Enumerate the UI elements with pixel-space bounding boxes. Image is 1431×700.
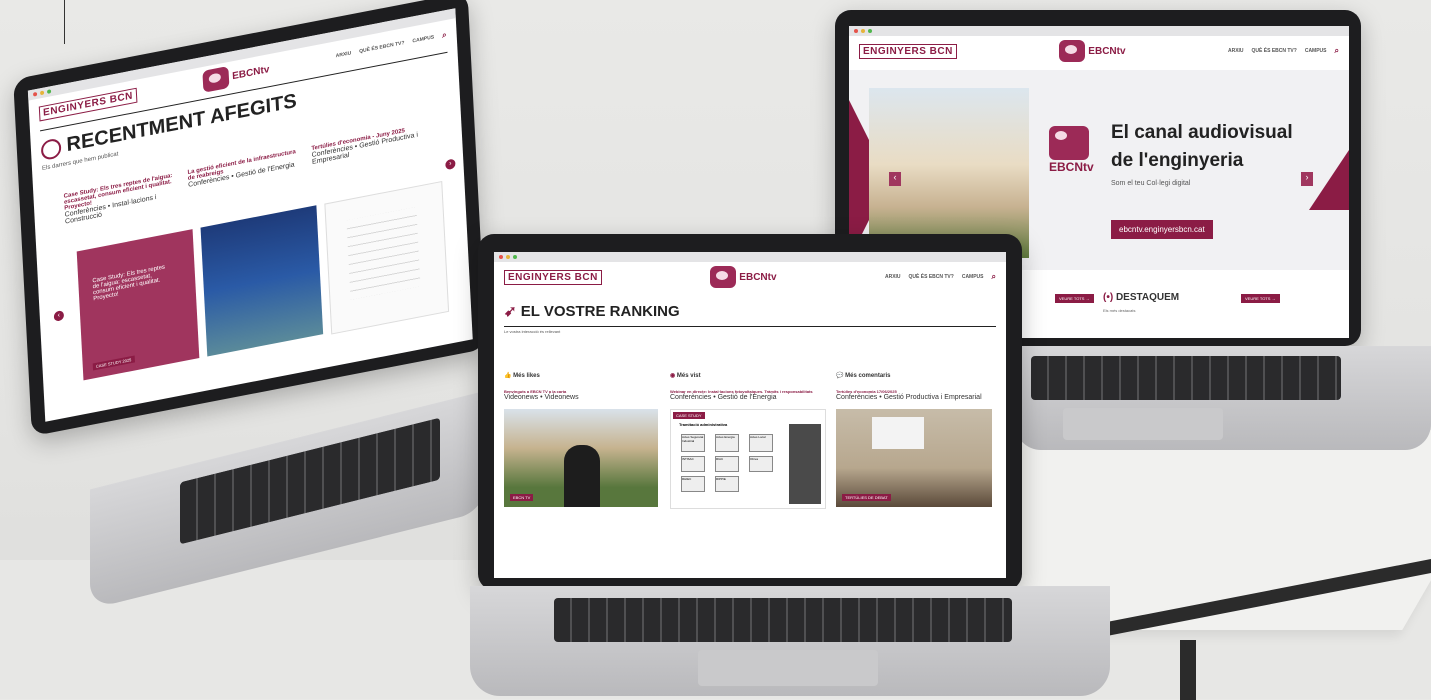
ranking-col-likes-head: 👍 Més likes [504, 373, 540, 379]
comment-icon: 💬 [836, 373, 844, 379]
nav-home[interactable]: ARXIU [1228, 48, 1244, 54]
featured-view-all-button[interactable]: VEURE TOTS → [1241, 294, 1280, 303]
laptop-center-screen: ENGINYERS BCN EBCNtv ARXIU QUÈ ÉS EBCN T… [494, 252, 1006, 578]
hero-shape-right [1309, 150, 1349, 210]
ranking-columns: 👍 Més likes Benvinguts a EBCN TV a la ca… [504, 372, 996, 572]
ranking-col-comments-thumbnail[interactable]: TERTÚLIES DE DEBAT [836, 409, 992, 507]
rocket-icon: ➹ [504, 303, 517, 320]
ranking-col-likes-thumbnail[interactable]: EBCN TV [504, 409, 658, 507]
slide-cell-7: RHIEC [681, 476, 705, 492]
main-nav: ARXIU QUÈ ÉS EBCN TV? CAMPUS ⌕ [885, 272, 996, 282]
ebcn-logo-icon [710, 266, 737, 288]
ranking-col-comments-category: Conferències • Gestió Productiva i Empre… [836, 394, 982, 401]
section-title: ➹ EL VOSTRE RANKING [504, 303, 680, 320]
hero-logo: EBCNtv [1049, 126, 1097, 188]
laptop-center-trackpad [698, 650, 878, 686]
enginyers-logo[interactable]: ENGINYERS BCN [859, 43, 957, 59]
ranking-col-views-category: Conferències • Gestió de l'Energia [670, 394, 777, 401]
hero-headline-1: El canal audiovisual [1111, 122, 1293, 143]
ranking-col-comments: 💬 Més comentaris Tertúlies d'economia 17… [836, 372, 996, 507]
main-nav: ARXIU QUÈ ÉS EBCN TV? CAMPUS ⌕ [1228, 46, 1339, 56]
card-1-meta[interactable]: Case Study: Els tres reptes de l'aigua: … [64, 172, 182, 226]
ranking-col-views-head: ◉ Més vist [670, 373, 701, 379]
carousel-next-arrow[interactable]: › [445, 158, 456, 171]
slide-cell-4: INTISAC [681, 456, 705, 472]
projection-screen [872, 417, 924, 449]
table-leg [1180, 640, 1196, 700]
ranking-col-views-thumbnail[interactable]: CASE STUDY Tramitació administrativa Act… [670, 409, 826, 509]
ranking-col-likes-badge: EBCN TV [510, 494, 534, 501]
nav-home[interactable]: ARXIU [885, 274, 901, 280]
nav-about[interactable]: QUÈ ÉS EBCN TV? [1252, 48, 1297, 54]
nav-about[interactable]: QUÈ ÉS EBCN TV? [909, 274, 954, 280]
laptop-center: ENGINYERS BCN EBCNtv ARXIU QUÈ ÉS EBCN T… [470, 234, 1130, 699]
slide-side-image [789, 424, 821, 504]
slide-cell-2: Actes Energia [715, 434, 739, 452]
card-1-thumbnail[interactable]: Case Study: Els tres reptes de l'aigua: … [76, 229, 200, 381]
nav-home[interactable]: ARXIU [336, 50, 352, 59]
card-1-badge: CASE STUDY 2025 [92, 355, 135, 371]
card-3-meta[interactable]: Tertúlies d'economia - Juny 2025 Conferè… [311, 124, 428, 166]
hero-tagline: Som el teu Col·legi digital [1111, 180, 1191, 187]
presenter-figure [564, 445, 600, 507]
card-2-meta[interactable]: La gestió eficient de la infraestructura… [187, 148, 304, 189]
nav-campus[interactable]: CAMPUS [412, 34, 434, 44]
slide-cell-3: Actes Local [749, 434, 773, 452]
section-subtitle: Le vostra interacció és rellevant [504, 329, 561, 334]
enginyers-logo[interactable]: ENGINYERS BCN [504, 269, 602, 285]
nav-campus[interactable]: CAMPUS [962, 274, 984, 280]
slide-cell-5: RIAC [715, 456, 739, 472]
clock-icon [40, 137, 62, 161]
ranking-col-comments-badge: TERTÚLIES DE DEBAT [842, 494, 891, 501]
ranking-col-comments-head: 💬 Més comentaris [836, 373, 891, 379]
nav-campus[interactable]: CAMPUS [1305, 48, 1327, 54]
ranking-col-views: ◉ Més vist Webinar en directe: Instal·la… [670, 372, 826, 509]
card-2-thumbnail[interactable] [200, 205, 324, 357]
search-icon[interactable]: ⌕ [1335, 46, 1339, 56]
header-divider [504, 326, 996, 327]
nav-about[interactable]: QUÈ ÉS EBCN TV? [359, 40, 405, 55]
browser-bar [494, 252, 1006, 262]
ranking-col-views-badge: CASE STUDY [673, 412, 705, 419]
card-1-slide-text: Case Study: Els tres reptes de l'aigua: … [92, 264, 166, 303]
search-icon[interactable]: ⌕ [992, 272, 996, 282]
ebcn-logo-icon [1059, 40, 1086, 62]
hero-headline-2: de l'enginyeria [1111, 150, 1244, 171]
slide-title: Tramitació administrativa [679, 422, 728, 427]
laptop-left: ENGINYERS BCN EBCNtv ARXIU QUÈ ÉS EBCN T… [10, 0, 490, 610]
site-header: ENGINYERS BCN EBCNtv ARXIU QUÈ ÉS EBCN T… [494, 262, 1006, 292]
hero-next-arrow[interactable]: › [1301, 172, 1313, 186]
hero-prev-arrow[interactable]: ‹ [889, 172, 901, 186]
laptop-center-keyboard [554, 598, 1012, 642]
ebcn-logo-icon [202, 65, 230, 93]
slide-cell-1: Actes Seguretat Industrial [681, 434, 705, 452]
ranking-col-likes: 👍 Més likes Benvinguts a EBCN TV a la ca… [504, 372, 660, 507]
eye-icon: ◉ [670, 373, 676, 379]
site-header: ENGINYERS BCN EBCNtv ARXIU QUÈ ÉS EBCN T… [849, 36, 1349, 66]
ranking-col-likes-category: Videonews • Videonews [504, 394, 579, 401]
whiteboard-notes [346, 206, 421, 300]
thumbs-up-icon: 👍 [504, 373, 512, 379]
ebcn-logo[interactable]: EBCNtv [1059, 40, 1126, 62]
ebcn-logo[interactable]: EBCNtv [710, 266, 777, 288]
slide-cell-8: RIPPIE [715, 476, 739, 492]
browser-bar [849, 26, 1349, 36]
carousel-prev-arrow[interactable]: ‹ [53, 310, 65, 322]
search-icon[interactable]: ⌕ [442, 30, 447, 41]
slide-cell-6: Obres [749, 456, 773, 472]
card-3-thumbnail[interactable] [324, 180, 450, 335]
